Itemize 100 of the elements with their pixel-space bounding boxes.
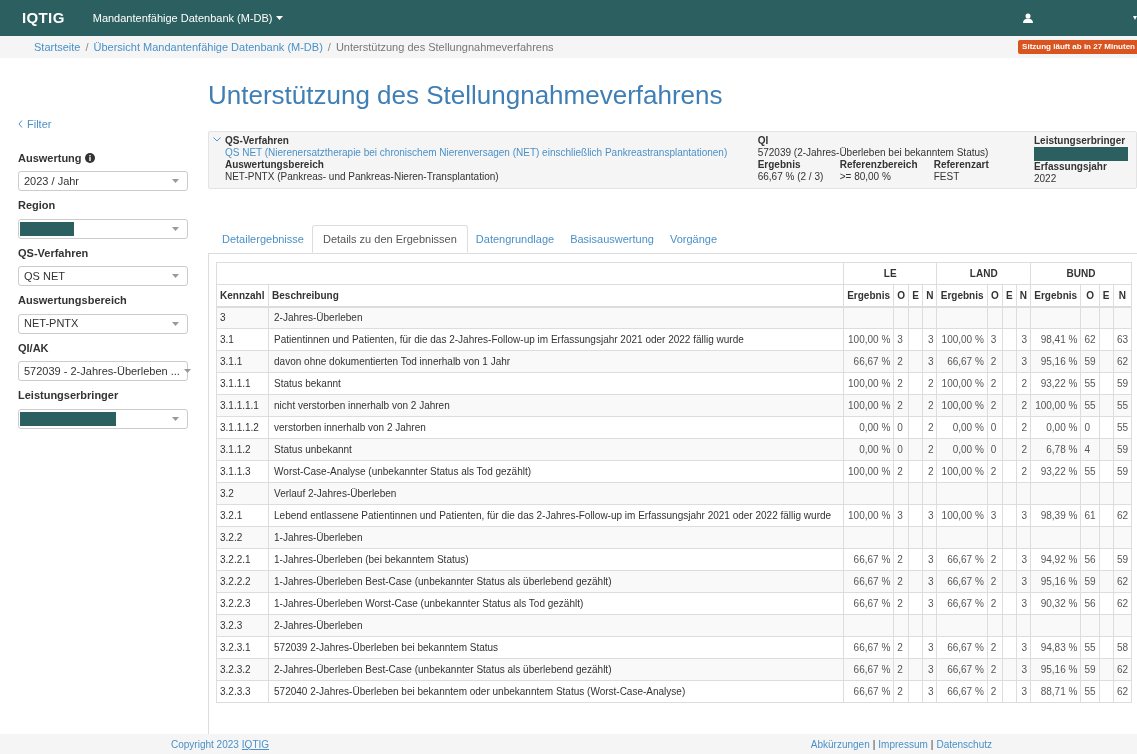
table-cell: 3: [1016, 504, 1031, 527]
table-cell: 66,67 %: [936, 570, 988, 593]
table-cell: Worst-Case-Analyse (unbekannter Status als Tod gezählt): [268, 460, 844, 483]
table-cell: 0: [893, 416, 909, 439]
filter-select[interactable]: QS NET: [18, 266, 188, 286]
table-cell: 2: [1016, 372, 1031, 395]
table-cell: 100,00 %: [936, 504, 988, 527]
table-cell: 55: [1080, 372, 1100, 395]
copyright-link[interactable]: IQTIG: [241, 736, 270, 752]
field-value: NET-PNTX (Pankreas- und Pankreas-Nieren-Transplantation): [224, 171, 500, 183]
footer-link[interactable]: Abkürzungen: [810, 736, 870, 752]
table-cell: 100,00 %: [843, 460, 894, 483]
filter-label: Region: [18, 198, 56, 213]
tab[interactable]: Basisauswertung: [562, 225, 662, 253]
field-label: Leistungserbringer: [1034, 135, 1127, 147]
table-cell: 62: [1113, 504, 1132, 527]
table-cell: 66,67 %: [936, 680, 988, 703]
table-cell: 55: [1113, 394, 1132, 417]
table-cell: 2: [922, 438, 937, 461]
table-cell: 2: [893, 570, 909, 593]
table-cell: 66,67 %: [843, 570, 894, 593]
table-cell: 59: [1113, 372, 1132, 395]
table-cell: 3: [922, 680, 937, 703]
filter-select[interactable]: 2023 / Jahr: [18, 171, 188, 191]
table-cell: 2: [893, 658, 909, 681]
table-cell: 0: [1080, 416, 1100, 439]
table-cell: 2: [893, 636, 909, 659]
table-cell: 2: [987, 460, 1003, 483]
footer-link[interactable]: Datenschutz: [936, 736, 992, 752]
table-cell: 2: [987, 636, 1003, 659]
breadcrumb-link[interactable]: Startseite: [34, 38, 81, 56]
table-cell: 3: [922, 570, 937, 593]
field-label: Referenzart: [933, 159, 989, 171]
logo[interactable]: IQTIG: [22, 6, 65, 30]
session-badge: Sitzung läuft ab in 27 Minuten: [1018, 40, 1137, 54]
table-cell: 2: [893, 680, 909, 703]
table-cell: 95,16 %: [1030, 350, 1081, 373]
table-cell: 3: [987, 504, 1003, 527]
column-header: Kennzahl: [216, 284, 269, 307]
table-cell: 3.1.1.1.2: [216, 416, 269, 439]
app-menu[interactable]: Mandantenfähige Datenbank (M-DB): [92, 9, 284, 27]
table-cell: 2: [987, 680, 1003, 703]
info-icon: [84, 152, 95, 163]
table-cell: 59: [1113, 548, 1132, 571]
field-value: 2022: [1034, 173, 1058, 185]
breadcrumb-link[interactable]: Übersicht Mandantenfähige Datenbank (M-DB): [93, 38, 323, 56]
table-cell: 93,22 %: [1030, 372, 1081, 395]
table-cell: 66,67 %: [843, 592, 894, 615]
breadcrumb-separator: /: [326, 39, 332, 55]
caret-icon: [172, 226, 179, 231]
table-cell: 3: [922, 636, 937, 659]
table-cell: 3: [893, 504, 909, 527]
table-cell: 63: [1113, 328, 1132, 351]
table-cell: 56: [1080, 548, 1100, 571]
table-cell: 3: [1016, 680, 1031, 703]
field-value: FEST: [933, 171, 961, 183]
table-cell: 2: [1016, 416, 1031, 439]
caret-icon[interactable]: [1133, 16, 1137, 20]
table-cell: 2: [893, 394, 909, 417]
table-cell: 95,16 %: [1030, 658, 1081, 681]
qs-verfahren-link[interactable]: QS NET (Nierenersatztherapie bei chronischem Nierenversagen (NET) einschließlich Pankreastransplantationen): [224, 147, 758, 159]
table-cell: 100,00 %: [843, 328, 894, 351]
table-cell: 66,67 %: [936, 548, 988, 571]
table-cell: 3: [1016, 548, 1031, 571]
caret-icon: [172, 416, 179, 421]
filter-select[interactable]: [18, 408, 188, 429]
table-cell: 3.1.1.2: [216, 438, 269, 461]
table-cell: 3: [922, 328, 937, 351]
table-cell: 3: [922, 658, 937, 681]
link-separator: |: [871, 737, 877, 752]
tab[interactable]: Details zu den Ergebnissen: [311, 225, 468, 253]
table-cell: 3.2.2.2: [216, 570, 269, 593]
breadcrumb-current: Unterstützung des Stellungnahmeverfahrens: [335, 39, 554, 55]
table-cell: 2: [1016, 394, 1031, 417]
table-cell: 1-Jahres-Überleben: [268, 526, 844, 549]
field-label: Referenzbereich: [839, 159, 919, 171]
filter-select[interactable]: 572039 - 2-Jahres-Überleben ...: [18, 361, 188, 381]
table-cell: 2: [987, 372, 1003, 395]
filter-back-link[interactable]: Filter: [18, 116, 188, 133]
table-cell: 58: [1113, 636, 1132, 659]
user-icon[interactable]: [1023, 13, 1033, 23]
tab[interactable]: Datengrundlage: [467, 225, 563, 253]
table-cell: 2-Jahres-Überleben: [268, 614, 844, 637]
table-cell: 0: [893, 438, 909, 461]
table-cell: 2: [987, 350, 1003, 373]
table-cell: 1-Jahres-Überleben Worst-Case (unbekannter Status als Tod gezählt): [268, 592, 844, 615]
table-cell: 2-Jahres-Überleben Best-Case (unbekannter Status als überlebend gezählt): [268, 658, 844, 681]
filter-select[interactable]: [18, 218, 188, 239]
footer-link[interactable]: Impressum: [878, 736, 928, 752]
table-cell: 4: [1080, 438, 1100, 461]
tab[interactable]: Vorgänge: [661, 225, 726, 253]
table-cell: 2: [987, 658, 1003, 681]
table-cell: 3: [922, 350, 937, 373]
chevron-down-icon[interactable]: [213, 137, 221, 142]
table-cell: 0: [987, 438, 1003, 461]
tab[interactable]: Detailergebnisse: [214, 225, 312, 253]
table-cell: 2: [987, 570, 1003, 593]
table-cell: 572040 2-Jahres-Überleben bei bekanntem oder unbekanntem Status (Worst-Case-Analyse): [268, 680, 844, 703]
filter-select[interactable]: NET-PNTX: [18, 313, 188, 334]
table-cell: 2-Jahres-Überleben: [268, 306, 844, 329]
